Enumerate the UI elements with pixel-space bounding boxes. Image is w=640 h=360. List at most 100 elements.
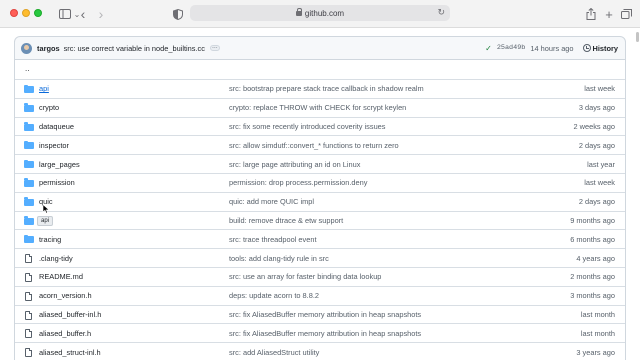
share-icon[interactable]	[585, 6, 597, 22]
file-commit-message[interactable]: src: use an array for faster binding dat…	[229, 272, 381, 281]
file-commit-message[interactable]: src: fix some recently introduced coveri…	[229, 122, 386, 131]
history-label: History	[592, 43, 618, 53]
check-icon[interactable]: ✓	[485, 44, 492, 53]
link-tooltip: api	[37, 216, 54, 226]
reload-icon[interactable]: ↻	[437, 7, 445, 18]
file-commit-message[interactable]: crypto: replace THROW with CHECK for scr…	[229, 103, 406, 112]
lock-icon	[295, 7, 302, 16]
avatar[interactable]	[21, 42, 32, 54]
file-commit-date: last week	[584, 84, 615, 94]
file-commit-date: 3 days ago	[578, 103, 615, 113]
folder-icon	[24, 234, 34, 244]
url-text: github.com	[304, 8, 345, 18]
file-row: quic quic: add more QUIC impl 2 days ago	[15, 193, 625, 212]
folder-icon	[24, 122, 34, 131]
file-row: aliased_buffer.h src: fix AliasedBuffer m…	[15, 324, 625, 344]
file-name-link[interactable]: aliased_struct-inl.h	[39, 348, 101, 357]
file-name-link[interactable]: large_pages	[39, 160, 80, 169]
history-icon	[582, 44, 591, 52]
file-commit-message[interactable]: build: remove dtrace & etw support	[229, 216, 343, 225]
commit-meta: ✓ 25ad49b 14 hours ago History	[485, 44, 625, 53]
file-commit-message[interactable]: src: trace threadpool event	[229, 235, 317, 244]
file-commit-message[interactable]: src: fix AliasedBuffer memory attributio…	[229, 329, 421, 338]
file-name-link[interactable]: aliased_buffer.h	[39, 329, 91, 338]
page-scrollbar[interactable]	[636, 32, 639, 42]
file-commit-message[interactable]: src: fix AliasedBuffer memory attributio…	[229, 310, 421, 319]
file-row: api src: bootstrap prepare stack trace ca…	[15, 80, 625, 99]
commit-sha[interactable]: 25ad49b	[497, 44, 526, 52]
file-commit-message[interactable]: tools: add clang-tidy rule in src	[229, 254, 329, 263]
commit-author[interactable]: targos	[37, 44, 60, 53]
commit-time: 14 hours ago	[530, 43, 574, 53]
privacy-shield-icon[interactable]	[172, 6, 184, 22]
file-commit-message[interactable]: deps: update acorn to 8.8.2	[229, 291, 319, 300]
folder-icon	[24, 197, 34, 206]
file-row: large_pages src: large page attributing a…	[15, 155, 625, 174]
history-button[interactable]: History	[582, 43, 618, 53]
file-commit-date: 3 months ago	[570, 291, 615, 301]
file-name-link[interactable]: inspector	[39, 141, 69, 150]
folder-icon	[24, 103, 34, 112]
minimize-window-button[interactable]	[22, 9, 30, 17]
commit-message[interactable]: src: use correct variable in node_builti…	[64, 44, 205, 53]
file-icon	[25, 348, 32, 358]
file-name-link[interactable]: aliased_buffer-inl.h	[39, 310, 101, 319]
file-name-link[interactable]: .clang-tidy	[39, 254, 73, 263]
browser-toolbar: ⌄ ‹ › github.com ↻ +	[0, 0, 640, 28]
file-row: dataqueue src: fix some recently introduc…	[15, 118, 625, 137]
expand-commit-button[interactable]: …	[209, 44, 220, 51]
file-name-link[interactable]: README.md	[39, 272, 83, 281]
file-name-link[interactable]: crypto	[39, 103, 59, 112]
file-row: rbuild: remove dtrace & etw support9 mon…	[15, 212, 625, 231]
file-row: tracing src: trace threadpool event 6 mont…	[15, 230, 625, 250]
file-row: inspector src: allow simdutf::convert_* f…	[15, 136, 625, 156]
file-commit-message[interactable]: src: bootstrap prepare stack trace callb…	[229, 84, 424, 93]
file-commit-date: last week	[584, 178, 615, 188]
forward-button[interactable]: ›	[96, 6, 106, 22]
file-commit-date: 2 weeks ago	[573, 121, 616, 131]
tab-overview-icon[interactable]	[620, 6, 632, 22]
file-commit-date: 2 days ago	[578, 197, 615, 207]
file-commit-date: 3 years ago	[576, 347, 615, 357]
file-commit-message[interactable]: src: add AliasedStruct utility	[229, 348, 319, 357]
file-commit-date: last month	[580, 328, 615, 338]
file-name-link[interactable]: dataqueue	[39, 122, 74, 131]
file-commit-message[interactable]: src: allow simdutf::convert_* functions …	[229, 141, 399, 150]
file-row: .clang-tidy tools: add clang-tidy rule in…	[15, 249, 625, 268]
file-list: .. api src: bootstrap prepare stack trace…	[14, 60, 626, 360]
parent-directory-link[interactable]: ..	[15, 60, 625, 80]
mouse-pointer-icon	[42, 204, 50, 214]
file-commit-message[interactable]: src: large page attributing an id on Lin…	[229, 160, 360, 169]
file-icon	[25, 272, 32, 282]
file-icon	[25, 329, 32, 339]
zoom-window-button[interactable]	[34, 9, 42, 17]
file-commit-message[interactable]: quic: add more QUIC impl	[229, 197, 314, 206]
file-commit-date: 2 months ago	[570, 272, 615, 282]
file-row: aliased_buffer-inl.h src: fix AliasedBuff…	[15, 306, 625, 325]
file-commit-date: last month	[580, 309, 615, 319]
folder-icon	[24, 84, 34, 93]
close-window-button[interactable]	[10, 9, 18, 17]
file-row: aliased_struct-inl.h src: add AliasedStru…	[15, 343, 625, 360]
new-tab-icon[interactable]: +	[603, 6, 615, 22]
file-name-link[interactable]: permission	[39, 178, 75, 187]
file-commit-message[interactable]: permission: drop process.permission.deny	[229, 178, 367, 187]
file-name-link[interactable]: api	[39, 84, 49, 93]
folder-icon	[24, 159, 34, 169]
file-commit-date: last year	[587, 159, 615, 169]
back-button[interactable]: ‹	[78, 6, 88, 22]
sidebar-toggle-icon[interactable]	[58, 6, 72, 22]
file-commit-date: 2 days ago	[578, 140, 615, 150]
folder-icon	[24, 216, 34, 225]
file-row: permission permission: drop process.permi…	[15, 174, 625, 193]
latest-commit-bar: targos src: use correct variable in node…	[14, 36, 626, 60]
file-icon	[25, 291, 32, 301]
folder-icon	[24, 178, 34, 187]
file-name-link[interactable]: tracing	[39, 235, 61, 244]
file-commit-date: 4 years ago	[576, 253, 615, 263]
address-bar[interactable]: github.com ↻	[190, 5, 450, 21]
folder-icon	[24, 140, 34, 150]
file-name-link[interactable]: acorn_version.h	[39, 291, 92, 300]
file-row: crypto crypto: replace THROW with CHECK f…	[15, 99, 625, 118]
file-icon	[25, 310, 32, 320]
